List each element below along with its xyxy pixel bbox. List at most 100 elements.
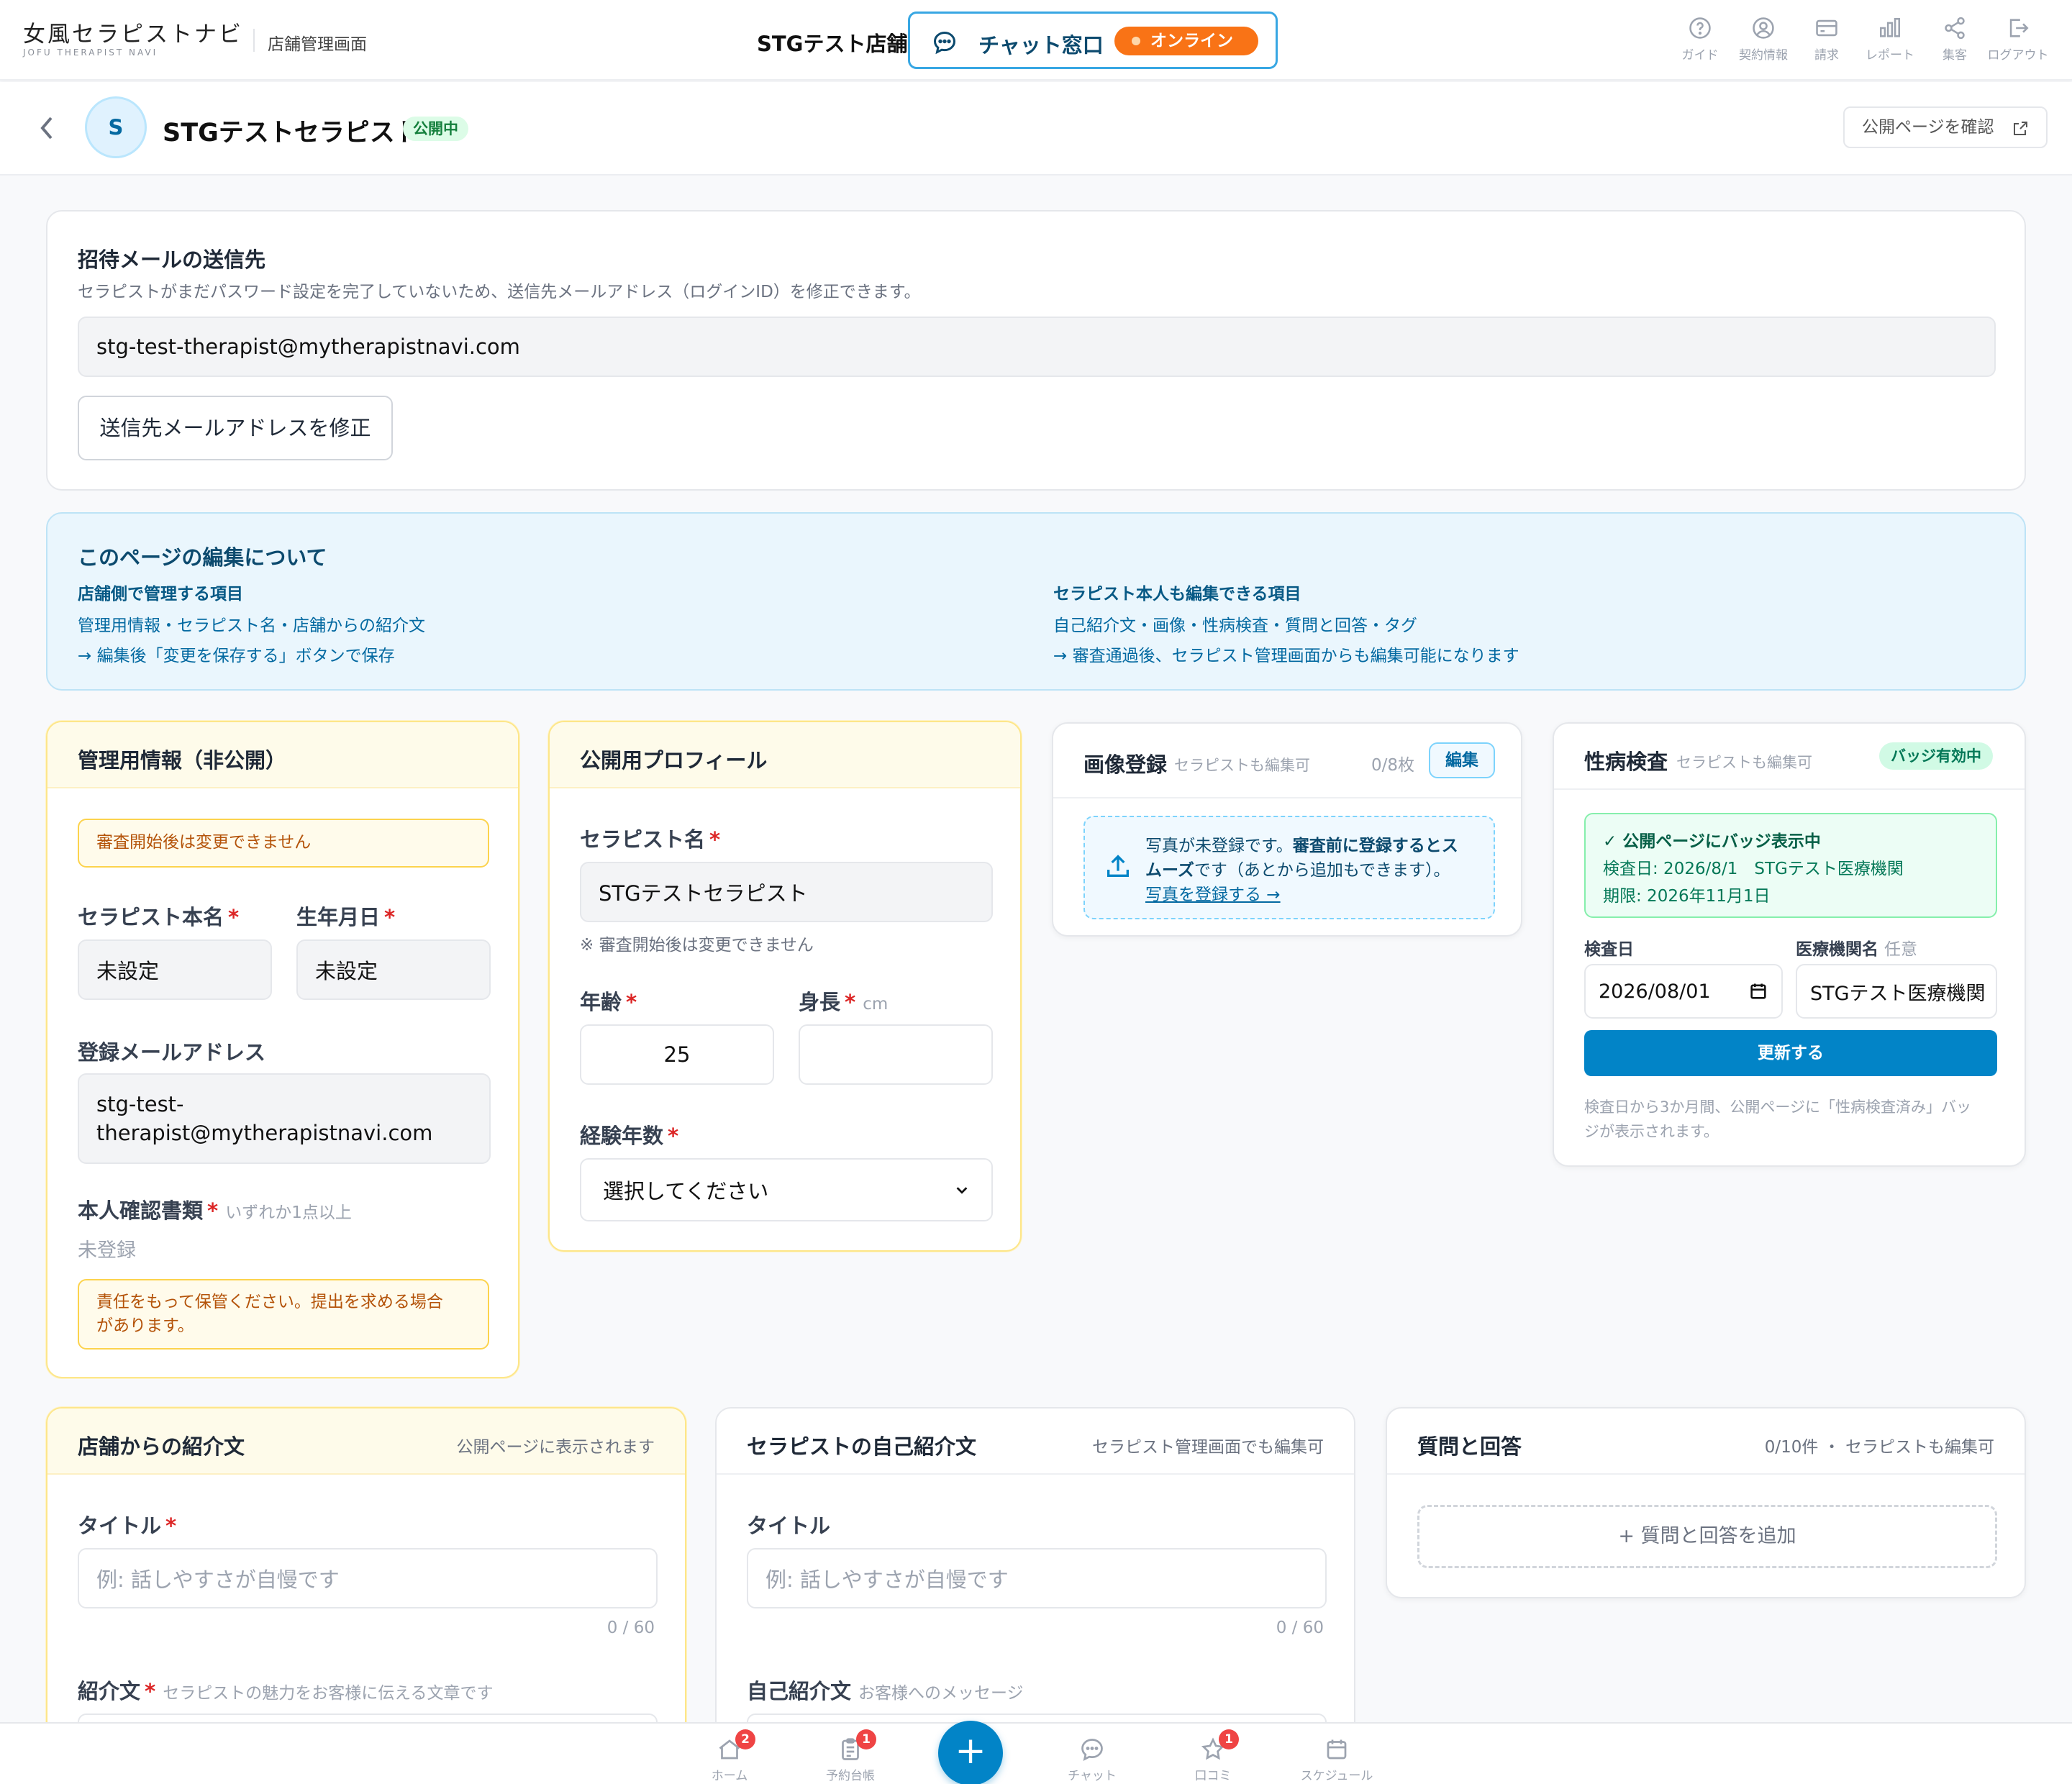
image-empty-line2: ムーズです（あとから追加もできます）。 — [1145, 861, 1450, 880]
bottom-nav-reviews[interactable]: 1 口コミ — [1170, 1729, 1256, 1783]
fix-email-button[interactable]: 送信先メールアドレスを修正 — [78, 396, 393, 460]
bottom-nav-reservations[interactable]: 1 予約台帳 — [807, 1729, 894, 1783]
badge-active-status: バッジ有効中 — [1879, 742, 1993, 770]
shop-intro-title-label: タイトル * — [78, 1514, 177, 1538]
therapist-name-field[interactable]: STGテストセラピスト — [580, 862, 993, 922]
bottom-nav-reservations-label: 予約台帳 — [826, 1769, 875, 1783]
registered-email-line2: therapist@mytherapistnavi.com — [96, 1121, 433, 1145]
image-empty-notice[interactable]: 写真が未登録です。審査前に登録するとス ムーズです（あとから追加もできます）。 … — [1083, 816, 1495, 919]
home-notification-badge: 2 — [735, 1729, 755, 1749]
self-intro-title-counter: 0 / 60 — [1276, 1619, 1324, 1637]
qa-card: 質問と回答 0/10件 ・ セラピストも編集可 + 質問と回答を追加 — [1386, 1407, 2026, 1598]
nav-contract[interactable]: 契約情報 — [1731, 16, 1796, 63]
update-button[interactable]: 更新する — [1584, 1030, 1997, 1076]
self-intro-title-input[interactable]: 例: 話しやすさが自慢です — [747, 1548, 1327, 1608]
calendar-icon — [1327, 1739, 1347, 1760]
id-document-note: 責任をもって保管ください。提出を求める場合 があります。 — [78, 1279, 489, 1350]
shop-managed-heading: 店舗側で管理する項目 — [78, 585, 243, 604]
nav-billing[interactable]: 請求 — [1794, 16, 1859, 63]
shop-intro-title-input[interactable]: 例: 話しやすさが自慢です — [78, 1548, 658, 1608]
reviews-notification-badge: 1 — [1219, 1729, 1239, 1749]
admin-lock-warning: 審査開始後は変更できません — [78, 819, 489, 868]
bottom-nav-home[interactable]: 2 ホーム — [686, 1729, 773, 1783]
std-status-date: 検査日: 2026/8/1 STGテスト医療機関 — [1603, 860, 1904, 878]
logo-subtitle: JOFU THERAPIST NAVI — [23, 47, 158, 58]
birth-date-field[interactable]: 未設定 — [296, 939, 491, 1000]
nav-contract-label: 契約情報 — [1739, 48, 1788, 63]
self-intro-body-label: 自己紹介文 お客様へのメッセージ — [747, 1679, 1024, 1703]
plus-icon: + — [955, 1729, 986, 1772]
age-label: 年齢 * — [580, 990, 637, 1014]
invite-email-field[interactable]: stg-test-therapist@mytherapistnavi.com — [78, 317, 1996, 377]
therapist-name-label: セラピスト名 * — [580, 827, 721, 852]
invite-description: セラピストがまだパスワード設定を完了していないため、送信先メールアドレス（ログイ… — [78, 283, 921, 301]
std-test-note: 検査日から3か月間、公開ページに「性病検査済み」バッ ジが表示されます。 — [1584, 1098, 1971, 1140]
registered-email-field[interactable]: stg-test- therapist@mytherapistnavi.com — [78, 1073, 491, 1164]
nav-report-label: レポート — [1866, 48, 1914, 63]
public-profile-title: 公開用プロフィール — [580, 748, 768, 773]
admin-info-header: 管理用情報（非公開） — [47, 722, 518, 788]
nav-marketing[interactable]: 集客 — [1922, 16, 1987, 63]
image-registration-header: 画像登録 セラピストも編集可 0/8枚 編集 — [1053, 724, 1521, 798]
bar-chart-icon — [1879, 17, 1901, 37]
id-document-label: 本人確認書類 * いずれか1点以上 — [78, 1198, 352, 1223]
therapist-editable-note: → 審査通過後、セラピスト管理画面からも編集可能になります — [1053, 647, 1519, 665]
qa-subtitle: 0/10件 ・ セラピストも編集可 — [1764, 1438, 1994, 1457]
shop-managed-items: 管理用情報・セラピスト名・店舗からの紹介文 — [78, 616, 425, 635]
online-status-badge: オンライン — [1114, 27, 1258, 55]
back-button[interactable] — [36, 114, 58, 145]
admin-info-title: 管理用情報（非公開） — [78, 748, 287, 773]
shop-intro-title-counter: 0 / 60 — [606, 1619, 655, 1637]
nav-guide[interactable]: ガイド — [1668, 16, 1732, 63]
bottom-nav-schedule-label: スケジュール — [1300, 1769, 1373, 1783]
logo[interactable]: 女風セラピストナビ — [23, 16, 243, 48]
image-registration-card: 画像登録 セラピストも編集可 0/8枚 編集 写真が未登録です。審査前に登録する… — [1052, 722, 1522, 937]
help-circle-icon — [1689, 17, 1711, 39]
bottom-nav-chat[interactable]: チャット — [1049, 1737, 1135, 1783]
add-qa-button[interactable]: + 質問と回答を追加 — [1417, 1505, 1997, 1568]
nav-logout[interactable]: ログアウト — [1986, 16, 2050, 63]
public-profile-card: 公開用プロフィール セラピスト名 * STGテストセラピスト ※ 審査開始後は変更… — [548, 721, 1022, 1252]
bottom-nav-schedule[interactable]: スケジュール — [1294, 1737, 1380, 1783]
chat-window-button[interactable]: チャット窓口 オンライン — [908, 12, 1278, 69]
shop-intro-title: 店舗からの紹介文 — [78, 1434, 245, 1459]
calendar-icon — [1750, 983, 1766, 999]
status-badge: 公開中 — [403, 117, 468, 141]
top-bar: 女風セラピストナビ JOFU THERAPIST NAVI 店舗管理画面 STG… — [0, 0, 2072, 81]
nav-report[interactable]: レポート — [1858, 16, 1922, 63]
admin-label: 店舗管理画面 — [268, 35, 367, 54]
self-intro-header: セラピストの自己紹介文 セラピスト管理画面でも編集可 — [717, 1408, 1354, 1475]
chevron-left-icon — [40, 117, 53, 140]
height-input[interactable] — [799, 1024, 993, 1085]
age-input[interactable]: 25 — [580, 1024, 774, 1085]
logout-icon — [2009, 19, 2029, 37]
therapist-name-title: STGテストセラピスト — [163, 119, 420, 147]
shop-name: STGテスト店舗 — [757, 32, 908, 56]
view-public-page-button[interactable]: 公開ページを確認 — [1843, 106, 2048, 148]
id-document-status: 未登録 — [78, 1239, 136, 1262]
bottom-nav-home-label: ホーム — [711, 1769, 748, 1783]
experience-select[interactable]: 選択してください — [580, 1158, 993, 1221]
reservations-notification-badge: 1 — [856, 1729, 876, 1749]
register-photo-link[interactable]: 写真を登録する → — [1145, 880, 1281, 905]
experience-select-value: 選択してください — [603, 1179, 769, 1203]
real-name-label: セラピスト本名 * — [78, 905, 240, 929]
online-status-label: オンライン — [1150, 32, 1233, 50]
registered-email-line1: stg-test- — [96, 1092, 184, 1116]
shop-managed-note: → 編集後「変更を保存する」ボタンで保存 — [78, 647, 395, 665]
self-intro-card: セラピストの自己紹介文 セラピスト管理画面でも編集可 タイトル 例: 話しやすさ… — [715, 1407, 1355, 1767]
image-edit-button[interactable]: 編集 — [1429, 742, 1495, 778]
chat-window-label: チャット窓口 — [978, 33, 1104, 58]
edit-info-box: このページの編集について 店舗側で管理する項目 管理用情報・セラピスト名・店舗か… — [46, 512, 2026, 691]
clinic-name-input[interactable]: STGテスト医療機関 — [1796, 964, 1997, 1019]
test-date-input[interactable]: 2026/08/01 — [1584, 964, 1783, 1019]
credit-card-icon — [1816, 19, 1837, 37]
shop-intro-subtitle: 公開ページに表示されます — [456, 1438, 655, 1457]
chat-bubble-icon — [932, 29, 958, 58]
std-status-title: ✓ 公開ページにバッジ表示中 — [1603, 832, 1821, 851]
real-name-field[interactable]: 未設定 — [78, 939, 272, 1000]
image-registration-title: 画像登録 — [1083, 752, 1168, 777]
logo-divider — [253, 29, 255, 52]
upload-icon — [1107, 855, 1129, 877]
add-fab-button[interactable]: + — [938, 1721, 1003, 1784]
